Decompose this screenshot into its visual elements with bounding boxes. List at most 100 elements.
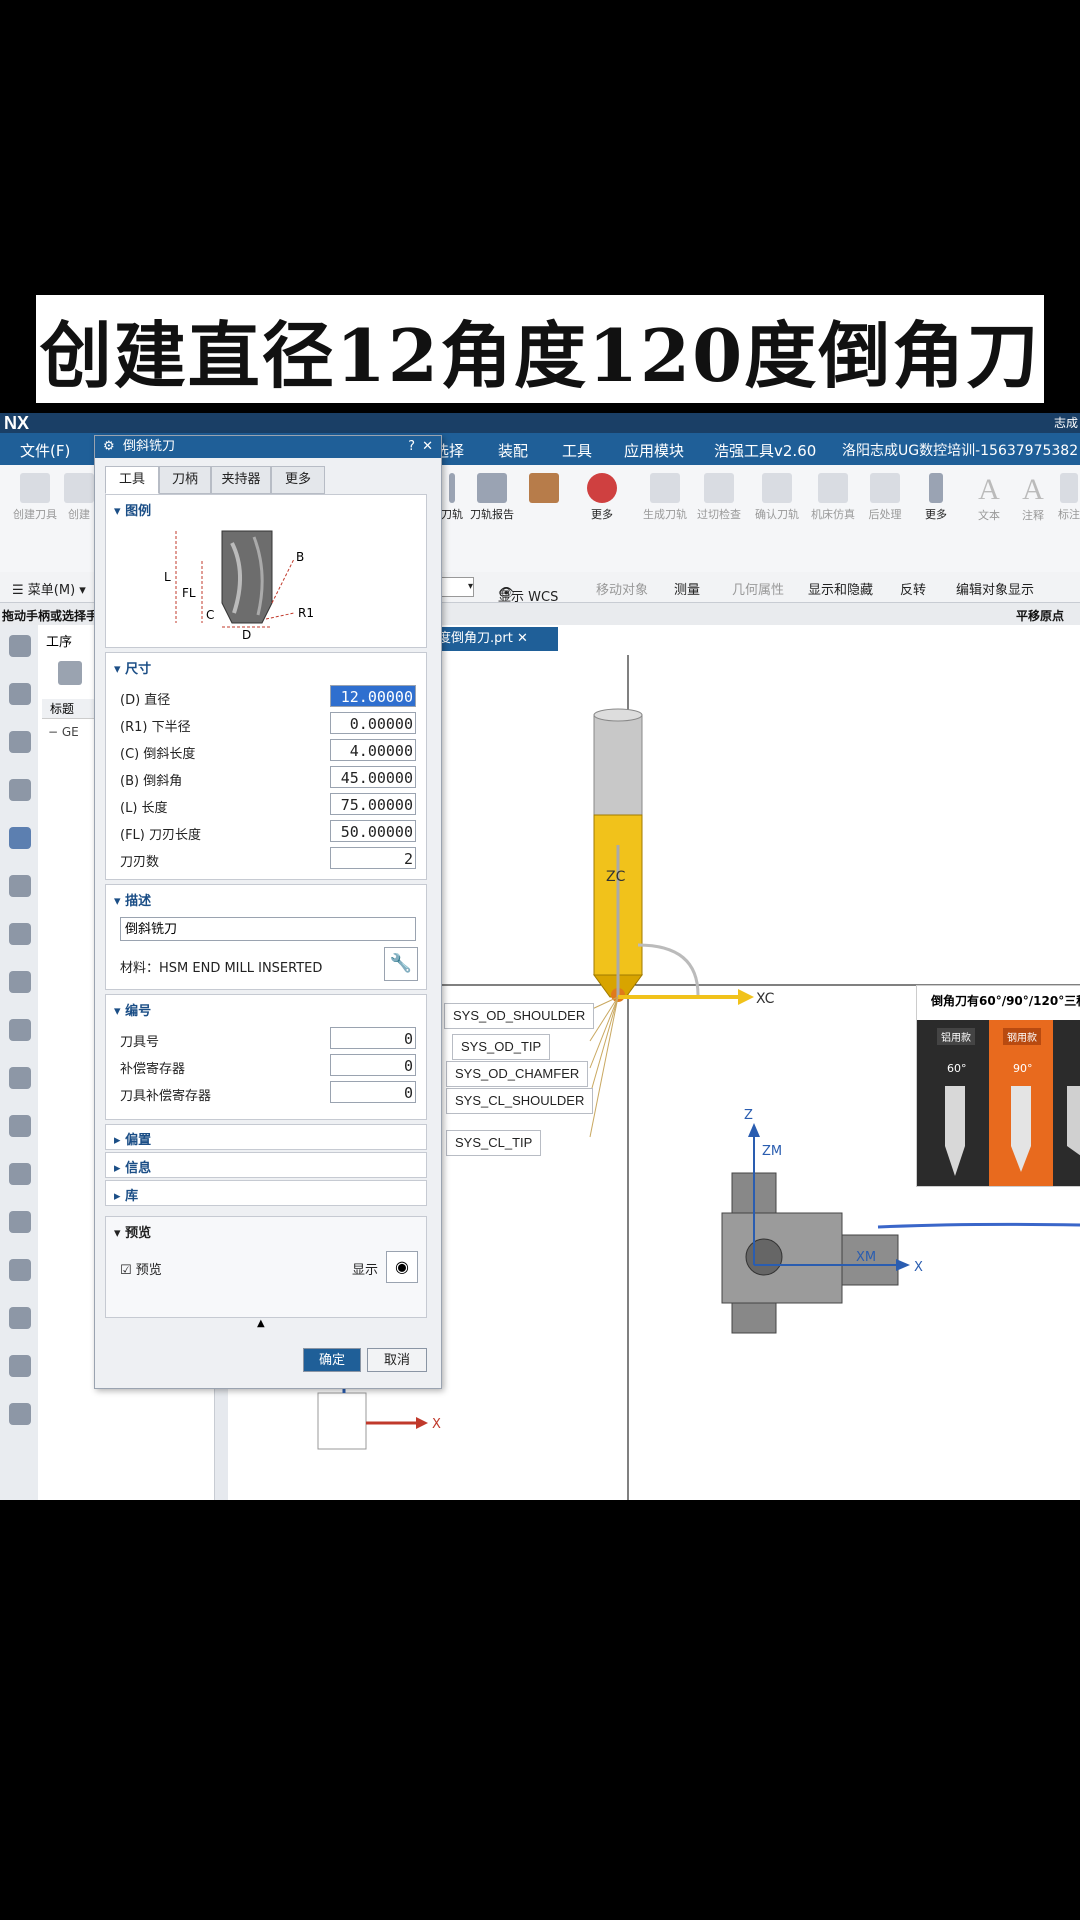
preview-header[interactable]: ▾ 预览 <box>114 1222 151 1241</box>
tab-more[interactable]: 更多 <box>271 466 325 494</box>
nav-header: 工序 <box>46 635 73 650</box>
tab-tool[interactable]: 工具 <box>105 466 159 494</box>
sys-label-cl-shoulder: SYS_CL_SHOULDER <box>446 1088 594 1114</box>
close-icon[interactable]: ✕ <box>517 631 528 646</box>
legend-b: B <box>296 550 304 564</box>
nav-tree-item[interactable]: − GE <box>48 725 79 739</box>
assembly-nav-icon[interactable] <box>9 683 31 705</box>
tool-icon[interactable] <box>9 1115 31 1137</box>
roles-icon[interactable] <box>9 923 31 945</box>
legend-r1: R1 <box>298 606 314 620</box>
dialog-title: 倒斜铣刀 <box>123 439 176 454</box>
create-button[interactable]: 创建 <box>64 473 94 522</box>
tool-number-label: 刀具号 <box>120 1035 160 1050</box>
reverse-button[interactable]: 反转 <box>900 579 926 598</box>
toolpath-report-button[interactable]: 刀轨报告 <box>466 473 518 522</box>
menu-dropdown[interactable]: ☰ 菜单(M) ▾ <box>12 579 86 598</box>
library-section[interactable]: ▸ 库 <box>105 1180 427 1206</box>
file-tab[interactable]: 度倒角刀.prt ✕ <box>434 627 558 651</box>
offset-section[interactable]: ▸ 偏置 <box>105 1124 427 1150</box>
gouge-check-button[interactable]: 过切检查 <box>694 473 744 522</box>
generate-toolpath-button[interactable]: 生成刀轨 <box>640 473 690 522</box>
legend-fl: FL <box>182 586 196 600</box>
preview-checkbox[interactable]: ☑ 预览 <box>120 1259 162 1278</box>
dimensions-header[interactable]: ▾ 尺寸 <box>114 658 151 677</box>
tab-holder[interactable]: 刀柄 <box>159 466 211 494</box>
cube-icon[interactable] <box>9 1019 31 1041</box>
sys-label-od-chamfer: SYS_OD_CHAMFER <box>446 1061 589 1087</box>
material-wrench-icon[interactable]: 🔧 <box>384 947 418 981</box>
more-display-button[interactable]: 更多 <box>580 473 624 522</box>
show-eye-icon[interactable]: ◉ <box>386 1251 418 1283</box>
axis-zc-label: ZC <box>606 869 626 885</box>
verify-toolpath-button[interactable]: 确认刀轨 <box>752 473 802 522</box>
lower-radius-input[interactable]: 0.00000 <box>330 712 416 734</box>
info-section[interactable]: ▸ 信息 <box>105 1152 427 1178</box>
toolpath-icon <box>449 473 455 503</box>
length-input[interactable]: 75.00000 <box>330 793 416 815</box>
help-icon[interactable]: ? <box>408 436 415 458</box>
app-logo: NX <box>4 413 30 433</box>
nav-view-icon[interactable] <box>58 661 82 685</box>
machine-nav-icon[interactable] <box>9 875 31 897</box>
info-icon[interactable] <box>9 1163 31 1185</box>
machine-icon <box>818 473 848 503</box>
diameter-input[interactable]: 12.00000 <box>330 685 416 707</box>
robot-icon[interactable] <box>9 1403 31 1425</box>
chamfer-angle-input[interactable]: 45.00000 <box>330 766 416 788</box>
show-hide-button[interactable]: 显示和隐藏 <box>808 579 873 598</box>
cancel-button[interactable]: 取消 <box>367 1348 427 1372</box>
reuse-library-icon[interactable] <box>9 779 31 801</box>
edit-display-button[interactable]: 编辑对象显示 <box>956 579 1034 598</box>
more-ops-button[interactable]: 更多 <box>916 473 956 522</box>
gear-icon: ⚙ <box>103 439 115 454</box>
menu-file[interactable]: 文件(F) <box>20 440 70 461</box>
menu-training[interactable]: 洛阳志成UG数控培训-15637975382 <box>842 440 1078 460</box>
machining-icon[interactable] <box>9 1307 31 1329</box>
card-tools-graphic <box>945 1086 1080 1176</box>
menu-assembly[interactable]: 装配 <box>498 440 528 461</box>
part-nav-icon[interactable] <box>9 731 31 753</box>
feature-icon[interactable] <box>9 1067 31 1089</box>
description-header[interactable]: ▾ 描述 <box>114 890 151 909</box>
adjust-register-input[interactable]: 0 <box>330 1054 416 1076</box>
menu-haoqiang-tools[interactable]: 浩强工具v2.60 <box>714 440 816 461</box>
note-button[interactable]: A 注释 <box>1016 473 1050 523</box>
cutcom-register-input[interactable]: 0 <box>330 1081 416 1103</box>
clock-icon[interactable] <box>9 1259 31 1281</box>
create-tool-button[interactable]: 创建刀具 <box>10 473 60 522</box>
wrench-icon[interactable] <box>9 1355 31 1377</box>
menu-tools[interactable]: 工具 <box>562 440 592 461</box>
operation-nav-icon[interactable] <box>9 827 31 849</box>
postprocess-button[interactable]: 后处理 <box>862 473 908 522</box>
geometry-props-button[interactable]: 几何属性 <box>732 579 784 598</box>
flute-length-input[interactable]: 50.00000 <box>330 820 416 842</box>
legend-d: D <box>242 628 251 642</box>
numbering-header[interactable]: ▾ 编号 <box>114 1000 151 1019</box>
menu-app-modules[interactable]: 应用模块 <box>624 440 684 461</box>
settings-icon[interactable] <box>9 635 31 657</box>
text-button[interactable]: A 文本 <box>972 473 1006 523</box>
axis-z-label: Z <box>744 1108 753 1123</box>
dimension-button[interactable]: 标注 <box>1058 473 1080 522</box>
dim-label-chamfer-length: (C) 倒斜长度 <box>120 747 196 762</box>
flutes-input[interactable]: 2 <box>330 847 416 869</box>
measure-button[interactable]: 测量 <box>674 579 700 598</box>
card-tag-steel: 钢用款 <box>1003 1028 1041 1045</box>
machine-sim-button[interactable]: 机床仿真 <box>808 473 858 522</box>
history-nav-icon[interactable] <box>9 971 31 993</box>
tab-clamp[interactable]: 夹持器 <box>211 466 271 494</box>
move-object-button[interactable]: 移动对象 <box>596 579 648 598</box>
tool-number-input[interactable]: 0 <box>330 1027 416 1049</box>
toolpath-button[interactable]: 刀轨 <box>440 473 464 522</box>
description-input[interactable]: 倒斜铣刀 <box>120 917 416 941</box>
dialog-close-icon[interactable]: ✕ <box>422 436 433 458</box>
legend-c: C <box>206 608 214 622</box>
ok-button[interactable]: 确定 <box>303 1348 361 1372</box>
web-icon[interactable] <box>9 1211 31 1233</box>
legend-header[interactable]: ▾ 图例 <box>114 500 151 519</box>
chamfer-length-input[interactable]: 4.00000 <box>330 739 416 761</box>
chamfer-mill-dialog: ⚙ 倒斜铣刀 ? ✕ 工具 刀柄 夹持器 更多 ▾ 图例 L FL C B R1… <box>94 435 442 1389</box>
collapse-arrow-icon[interactable]: ▲ <box>257 1318 265 1329</box>
display-toggle-button[interactable] <box>524 473 564 506</box>
